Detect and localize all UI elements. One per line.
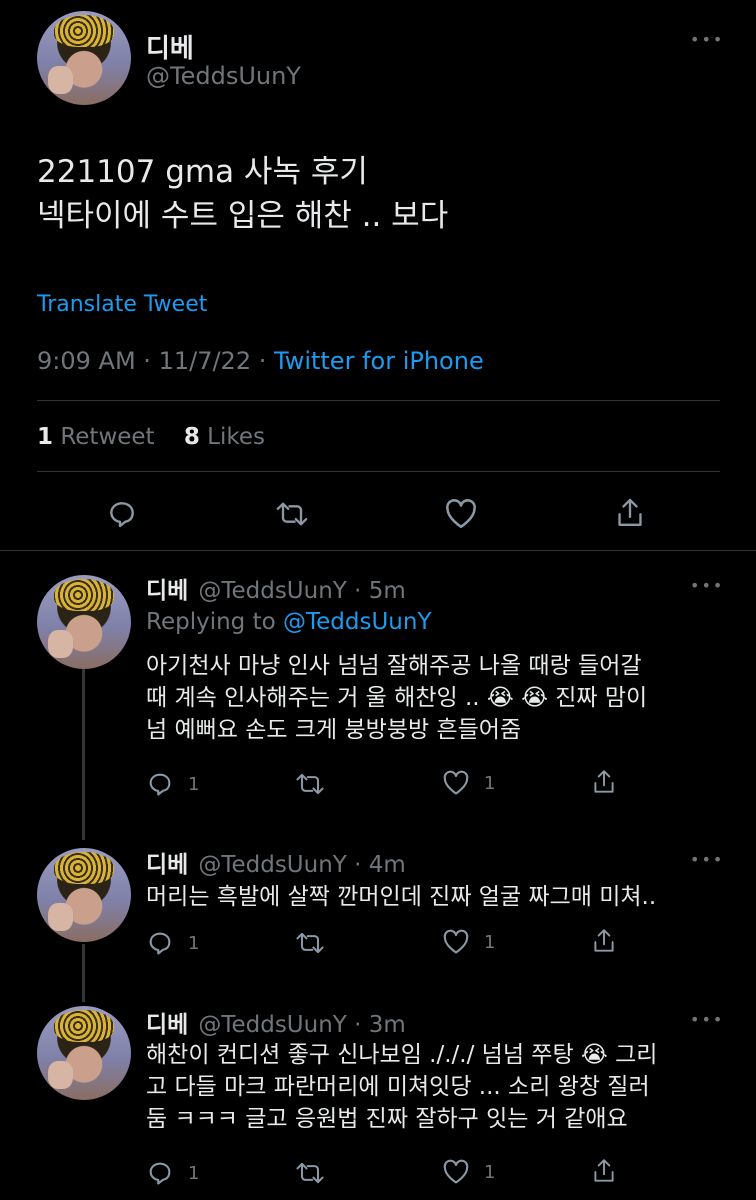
retweet-button[interactable] <box>294 1160 326 1186</box>
replying-to-handle[interactable]: @TeddsUunY <box>283 609 432 635</box>
share-button[interactable] <box>614 496 646 530</box>
reply-text: 머리는 흑발에 살짝 깐머인데 진짜 얼굴 짜그매 미쳐.. <box>146 881 721 913</box>
tweet-stats: 1 Retweet 8 Likes <box>37 424 265 450</box>
reply-line: 아기천사 마냥 인사 넘넘 잘해주공 나올 때랑 들어갈 <box>146 653 642 679</box>
like-count: 1 <box>484 931 496 953</box>
retweet-icon <box>296 1162 324 1184</box>
retweet-icon <box>296 773 324 795</box>
reply-handle-time[interactable]: @TeddsUunY · 4m <box>198 852 405 878</box>
main-tweet-line: 넥타이에 수트 입은 해찬 .. 보다 <box>37 198 449 234</box>
like-button[interactable]: 1 <box>442 770 495 796</box>
reply-count: 1 <box>188 773 200 795</box>
reply-avatar[interactable] <box>37 848 131 942</box>
reply-display-name[interactable]: 디베 <box>146 852 188 878</box>
like-button[interactable] <box>444 498 478 530</box>
retweet-icon <box>276 502 308 526</box>
tweet-date[interactable]: 11/7/22 <box>159 347 252 375</box>
share-icon <box>618 498 642 526</box>
main-tweet-text: 221107 gma 사녹 후기 넥타이에 수트 입은 해찬 .. 보다 <box>37 150 448 238</box>
reply-handle-time[interactable]: @TeddsUunY · 3m <box>198 1012 405 1038</box>
divider <box>37 400 720 401</box>
reply-button[interactable]: 1 <box>146 1159 199 1187</box>
tweet-thread-screen: 디베 @TeddsUunY ••• 221107 gma 사녹 후기 넥타이에 … <box>0 0 756 1200</box>
reply-header: 디베 @TeddsUunY · 3m <box>146 1005 406 1039</box>
translate-tweet-link[interactable]: Translate Tweet <box>37 292 207 317</box>
reply-avatar[interactable] <box>37 1006 131 1100</box>
divider <box>37 471 720 472</box>
heart-icon <box>443 1159 469 1184</box>
retweet-button[interactable] <box>274 499 310 529</box>
section-divider <box>0 550 756 551</box>
reply-display-name[interactable]: 디베 <box>146 578 188 604</box>
reply-text: 아기천사 마냥 인사 넘넘 잘해주공 나올 때랑 들어갈 때 계속 인사해주는 … <box>146 650 721 746</box>
reply-header: 디베 @TeddsUunY · 5m <box>146 571 406 605</box>
thread-connector <box>82 668 85 840</box>
replying-to: Replying to @TeddsUunY <box>146 609 432 635</box>
more-dots-icon[interactable]: ••• <box>690 850 724 869</box>
heart-icon <box>446 499 476 529</box>
reply-button[interactable] <box>106 498 138 530</box>
more-dots-icon[interactable]: ••• <box>690 576 724 595</box>
share-icon <box>594 929 614 952</box>
reply-button[interactable]: 1 <box>146 770 199 798</box>
reply-count: 1 <box>188 932 200 954</box>
share-button[interactable] <box>591 768 617 796</box>
reply-display-name[interactable]: 디베 <box>146 1012 188 1038</box>
tweet-source[interactable]: Twitter for iPhone <box>274 347 484 375</box>
retweet-button[interactable] <box>294 771 326 797</box>
reply-count: 1 <box>188 1162 200 1184</box>
retweets-stat[interactable]: 1 Retweet <box>37 424 155 450</box>
reply-line: 머리는 흑발에 살짝 깐머인데 진짜 얼굴 짜그매 미쳐.. <box>146 884 657 910</box>
share-button[interactable] <box>591 1157 617 1185</box>
more-dots-icon[interactable]: ••• <box>690 1010 724 1029</box>
thread-connector <box>82 944 85 1002</box>
main-tweet-line: 221107 gma 사녹 후기 <box>37 154 368 190</box>
reply-line: 넘 예뻐요 손도 크게 붕방붕방 흔들어줌 <box>146 717 522 743</box>
likes-stat[interactable]: 8 Likes <box>184 424 265 450</box>
reply-line: 해찬이 컨디션 좋구 신나보임 ./././ 넘넘 쭈탕 😭 그리 <box>146 1042 658 1068</box>
heart-icon <box>443 770 469 795</box>
reply-avatar[interactable] <box>37 575 131 669</box>
more-dots-icon[interactable]: ••• <box>690 30 724 49</box>
like-count: 1 <box>484 772 496 794</box>
reply-line: 때 계속 인사해주는 거 울 해찬잉 .. 😭 😭 진짜 맘이 <box>146 685 648 711</box>
reply-header: 디베 @TeddsUunY · 4m <box>146 845 406 879</box>
reply-text: 해찬이 컨디션 좋구 신나보임 ./././ 넘넘 쭈탕 😭 그리 고 다들 마… <box>146 1039 721 1135</box>
reply-icon <box>110 502 134 528</box>
reply-icon <box>149 1162 171 1185</box>
reply-icon <box>149 932 171 955</box>
reply-icon <box>149 773 171 796</box>
heart-icon <box>443 929 469 954</box>
retweet-icon <box>296 932 324 954</box>
like-count: 1 <box>484 1161 496 1183</box>
reply-button[interactable]: 1 <box>146 929 199 957</box>
tweet-meta: 9:09 AM · 11/7/22 · Twitter for iPhone <box>37 347 484 375</box>
like-button[interactable]: 1 <box>442 1159 495 1185</box>
main-avatar[interactable] <box>37 11 131 105</box>
reply-line: 고 다들 마크 파란머리에 미쳐잇당 ... 소리 왕창 질러 <box>146 1074 650 1100</box>
main-handle[interactable]: @TeddsUunY <box>146 62 301 90</box>
reply-handle-time[interactable]: @TeddsUunY · 5m <box>198 578 405 604</box>
share-icon <box>594 770 614 793</box>
reply-line: 둠 ㅋㅋㅋ 글고 응원법 진짜 잘하구 잇는 거 같애요 <box>146 1106 628 1132</box>
tweet-time[interactable]: 9:09 AM <box>37 347 136 375</box>
retweet-button[interactable] <box>294 930 326 956</box>
share-button[interactable] <box>591 927 617 955</box>
share-icon <box>594 1159 614 1182</box>
main-display-name[interactable]: 디베 <box>146 28 194 65</box>
like-button[interactable]: 1 <box>442 929 495 955</box>
